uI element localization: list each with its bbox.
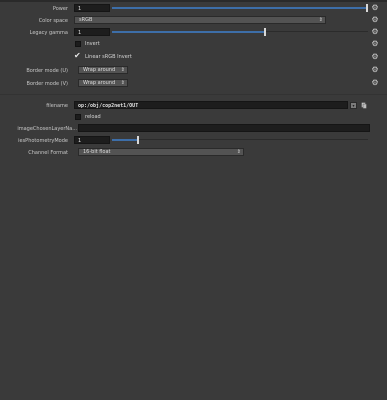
- updown-arrows-icon: ⇕: [120, 67, 125, 73]
- border-mode-v-value: Wrap around: [83, 80, 116, 86]
- reload-row: reload: [0, 113, 387, 122]
- border-mode-u-value: Wrap around: [83, 67, 116, 73]
- ies-mode-slider-knob[interactable]: [137, 136, 139, 144]
- power-input[interactable]: 1: [74, 4, 110, 12]
- gear-icon[interactable]: ⚙: [371, 53, 379, 61]
- linear-srgb-invert-row: ✔ Linear sRGB Invert ⚙: [0, 51, 387, 62]
- image-layer-label: imageChosenLayerNa...: [17, 126, 77, 132]
- ies-mode-slider[interactable]: [112, 136, 368, 144]
- filename-label: filename: [46, 103, 68, 109]
- legacy-gamma-row: Legacy gamma 1 ⚙: [0, 28, 387, 37]
- power-row: Power 1 ⚙: [0, 4, 387, 13]
- filename-input[interactable]: op:/obj/cop2net1/OUT: [74, 101, 348, 109]
- legacy-gamma-slider[interactable]: [112, 28, 368, 36]
- channel-format-dropdown[interactable]: 16-bit float ⇕: [78, 148, 244, 156]
- invert-label: Invert: [85, 41, 100, 47]
- top-edge: [0, 0, 387, 2]
- power-label: Power: [52, 6, 68, 12]
- border-mode-v-label: Border mode (V): [26, 81, 68, 87]
- ies-mode-slider-fill: [112, 139, 137, 141]
- ies-mode-row: iesPhotometryMode 1: [0, 136, 387, 145]
- channel-format-row: Channel Format 16-bit float ⇕: [0, 148, 387, 157]
- border-mode-v-dropdown[interactable]: Wrap around ⇕: [78, 79, 128, 87]
- legacy-gamma-slider-fill: [112, 31, 264, 33]
- invert-row: Invert ⚙: [0, 40, 387, 49]
- linear-srgb-invert-label: Linear sRGB Invert: [85, 54, 132, 60]
- channel-format-label: Channel Format: [28, 150, 68, 156]
- gear-icon[interactable]: ⚙: [371, 40, 379, 48]
- legacy-gamma-label: Legacy gamma: [29, 30, 68, 36]
- border-mode-u-label: Border mode (U): [26, 68, 68, 74]
- reload-checkbox[interactable]: [75, 114, 81, 120]
- ies-mode-label: iesPhotometryMode: [18, 138, 68, 144]
- legacy-gamma-input[interactable]: 1: [74, 28, 110, 36]
- gear-icon[interactable]: ⚙: [371, 28, 379, 36]
- gear-icon[interactable]: ⚙: [371, 4, 379, 12]
- updown-arrows-icon: ⇕: [120, 80, 125, 86]
- updown-arrows-icon: ⇕: [236, 149, 241, 155]
- legacy-gamma-slider-knob[interactable]: [264, 28, 266, 36]
- file-browse-icon[interactable]: [361, 102, 367, 109]
- reload-label: reload: [85, 114, 101, 120]
- image-layer-input[interactable]: [78, 124, 370, 132]
- border-mode-v-row: Border mode (V) Wrap around ⇕ ⚙: [0, 79, 387, 88]
- gear-icon[interactable]: ⚙: [371, 79, 379, 87]
- filename-row: filename op:/obj/cop2net1/OUT ▾: [0, 101, 387, 110]
- color-space-dropdown[interactable]: sRGB ⇕: [74, 16, 326, 24]
- power-slider[interactable]: [112, 4, 368, 12]
- power-slider-fill: [112, 7, 366, 9]
- linear-srgb-invert-checkbox[interactable]: ✔: [74, 51, 81, 60]
- channel-format-value: 16-bit float: [83, 149, 111, 155]
- border-mode-u-dropdown[interactable]: Wrap around ⇕: [78, 66, 128, 74]
- gear-icon[interactable]: ⚙: [371, 16, 379, 24]
- color-space-value: sRGB: [79, 17, 93, 23]
- power-slider-knob[interactable]: [366, 4, 368, 12]
- file-chooser-button[interactable]: ▾: [350, 102, 357, 109]
- border-mode-u-row: Border mode (U) Wrap around ⇕ ⚙: [0, 66, 387, 75]
- updown-arrows-icon: ⇕: [318, 17, 323, 23]
- ies-mode-input[interactable]: 1: [74, 136, 110, 144]
- color-space-label: Color space: [38, 18, 68, 24]
- image-layer-row: imageChosenLayerNa...: [0, 124, 387, 133]
- invert-checkbox[interactable]: [75, 41, 81, 47]
- checkmark-icon: ✔: [74, 51, 81, 60]
- section-divider: [0, 94, 387, 95]
- color-space-row: Color space sRGB ⇕ ⚙: [0, 16, 387, 25]
- gear-icon[interactable]: ⚙: [371, 66, 379, 74]
